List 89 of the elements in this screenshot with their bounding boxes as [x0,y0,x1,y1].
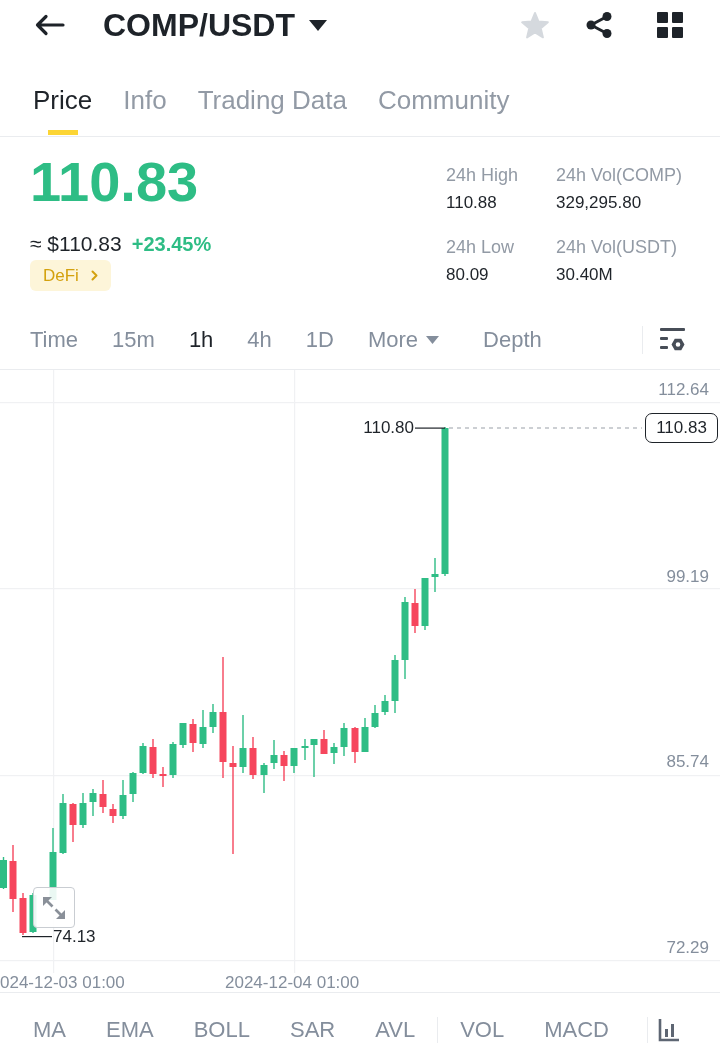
time-label: 024-12-03 01:00 [0,973,125,992]
stat-value: 110.88 [446,192,498,214]
expand-button[interactable] [33,887,75,928]
interval-tab[interactable]: 4h [247,325,272,354]
high-price-label: 110.80 [363,418,414,438]
caret-down-icon [309,19,327,31]
price-tick: 72.29 [666,938,709,958]
stat-value: 80.09 [446,264,490,286]
interval-tab[interactable]: 1D [305,325,334,354]
candle [270,740,278,769]
candle [169,742,177,778]
candle [320,730,328,754]
stat-label: 24h Vol(USDT) [556,236,679,259]
pair-selector[interactable]: COMP/USDT [103,5,327,45]
candle [239,715,247,773]
candle [189,719,197,752]
arrow-left-icon[interactable] [35,14,65,36]
star-icon[interactable] [520,10,550,40]
candle [381,695,389,715]
indicator-tab[interactable]: MA [33,1016,66,1044]
candle [99,780,107,813]
stat-label: 24h Vol(COMP) [556,164,684,187]
interval-tab[interactable]: Time [30,325,79,354]
tab[interactable]: Trading Data [197,85,347,136]
price-change: +23.45% [131,232,212,257]
leader-line [415,427,445,429]
candle [9,845,17,912]
stat-label: 24h Low [446,236,516,259]
interval-tab[interactable]: Depth [483,325,542,354]
category-tag[interactable]: DeFi [30,260,111,291]
candle [340,723,348,756]
tab[interactable]: Community [377,85,510,136]
indicator-tab[interactable]: AVL [375,1016,416,1044]
candle [89,789,97,816]
candle [79,793,87,828]
time-label: 2024-12-04 01:00 [225,973,360,992]
caret-down-icon [426,335,440,344]
candle [109,804,117,823]
indicator-tab[interactable]: BOLL [193,1016,250,1044]
candle [330,743,338,764]
candle [260,763,268,793]
chevron-right-icon [90,270,98,281]
candle [421,578,429,630]
candle [361,718,369,752]
candle [290,748,298,773]
candle [411,589,419,633]
interval-tab[interactable]: 15m [112,325,155,354]
tab[interactable]: Price [33,85,93,136]
price-tick: 85.74 [666,752,709,772]
candle [431,558,439,592]
settings-icon[interactable] [660,327,685,352]
candle [139,743,147,774]
more-dropdown[interactable]: More [367,325,450,354]
indicator-tab[interactable]: MACD [544,1016,609,1044]
candle [69,803,77,842]
stat-value: 329,295.80 [556,192,643,214]
indicator-tab[interactable]: EMA [106,1016,154,1044]
share-icon[interactable] [585,11,613,39]
grid-icon[interactable] [657,12,683,38]
bar-chart-icon[interactable] [658,1018,680,1042]
candle [209,704,217,733]
leader-line [22,936,52,938]
price-tick: 99.19 [666,567,709,587]
candle [351,727,359,763]
stat-value: 30.40M [556,264,614,286]
candle [59,794,67,854]
last-price-label: 110.83 [645,413,718,443]
candle [280,751,288,781]
low-price-label: 74.13 [53,927,96,947]
candle [199,710,207,748]
fiat-price: ≈ $110.83 [30,231,122,257]
candle [19,893,27,935]
candle [249,737,257,779]
last-price: 110.83 [30,150,199,214]
indicator-tab[interactable]: SAR [289,1016,336,1044]
tab[interactable]: Info [123,85,167,136]
price-tick: 112.64 [658,380,709,400]
interval-tab[interactable]: 1h [188,325,214,354]
candle [179,723,187,748]
candle [159,767,167,787]
candle [371,705,379,728]
candle [0,857,7,889]
candle [119,780,127,819]
indicator-tab[interactable]: VOL [460,1016,505,1044]
candle [129,772,137,802]
stat-label: 24h High [446,164,520,187]
candle [149,739,157,778]
expand-arrows-icon [41,894,67,921]
candle [391,655,399,713]
